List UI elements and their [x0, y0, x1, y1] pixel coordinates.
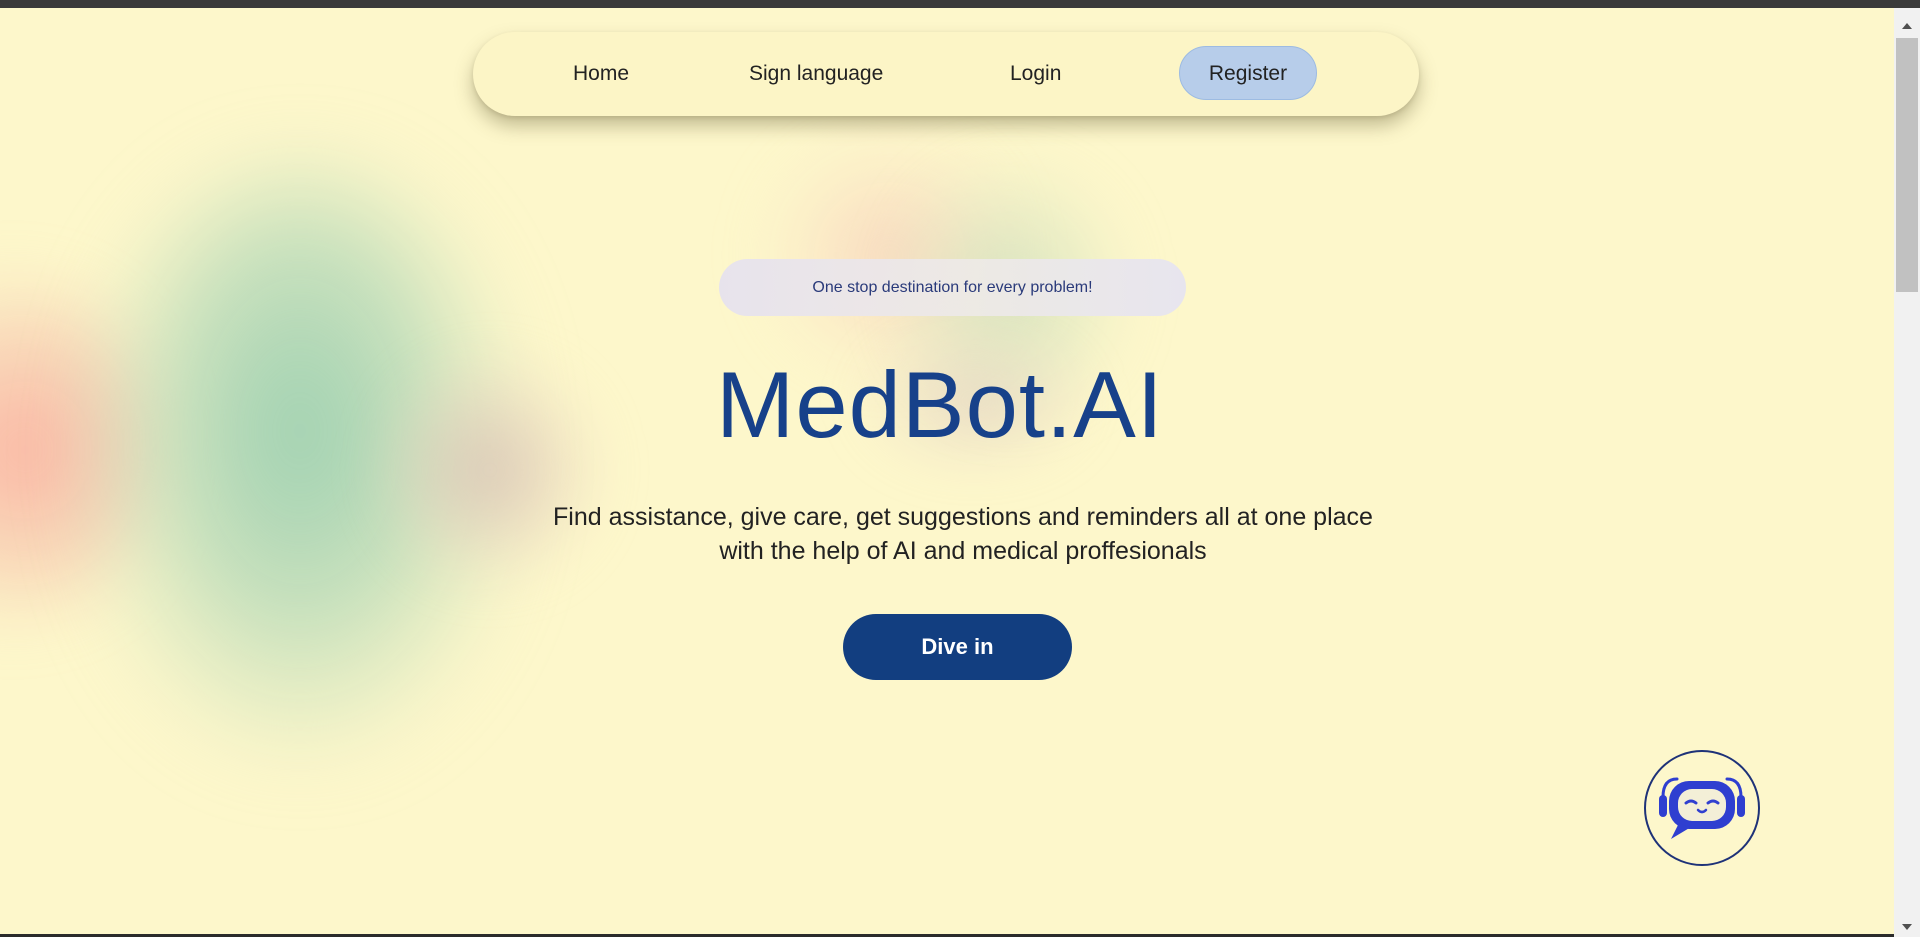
background-blob-green	[90, 170, 510, 750]
nav-login-link[interactable]: Login	[1010, 32, 1061, 116]
scrollbar-thumb[interactable]	[1896, 38, 1918, 292]
register-button[interactable]: Register	[1179, 46, 1317, 100]
hero-subtitle: Find assistance, give care, get suggesti…	[0, 500, 1920, 568]
page: Home Sign language Login Register One st…	[0, 0, 1920, 937]
browser-top-strip	[0, 0, 1920, 8]
navbar: Home Sign language Login Register	[473, 32, 1419, 116]
hero-subtitle-line-1: Find assistance, give care, get suggesti…	[553, 503, 1373, 531]
hero-subtitle-line-2: with the help of AI and medical proffesi…	[719, 537, 1207, 565]
background-blob-center-pink	[770, 140, 1010, 370]
nav-sign-language-link[interactable]: Sign language	[749, 32, 883, 116]
scroll-down-arrow-icon[interactable]	[1894, 917, 1920, 937]
tagline-badge: One stop destination for every problem!	[719, 259, 1186, 316]
chatbot-robot-icon	[1659, 777, 1745, 839]
dive-in-button[interactable]: Dive in	[843, 614, 1072, 680]
hero-title: MedBot.AI	[716, 352, 1164, 457]
vertical-scrollbar[interactable]	[1894, 8, 1920, 937]
chatbot-button[interactable]	[1644, 750, 1760, 866]
scroll-up-arrow-icon[interactable]	[1894, 16, 1920, 36]
nav-home-link[interactable]: Home	[573, 32, 629, 116]
